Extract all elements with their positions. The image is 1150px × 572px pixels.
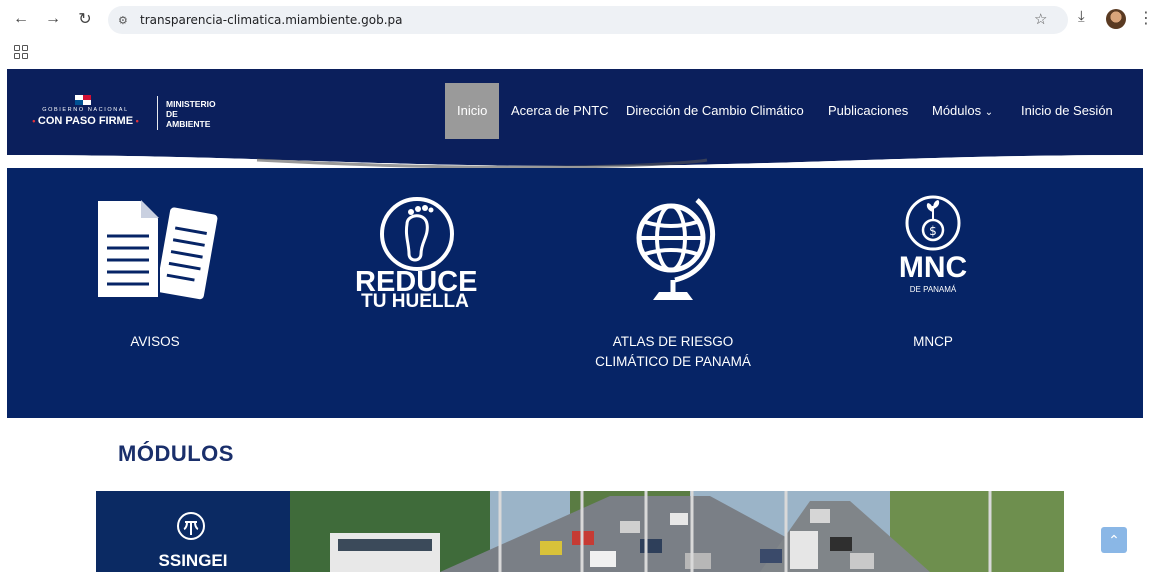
logo-divider <box>157 96 158 130</box>
tile-atlas-label[interactable]: ATLAS DE RIESGO CLIMÁTICO DE PANAMÁ <box>573 332 773 372</box>
nav-publicaciones[interactable]: Publicaciones <box>828 83 908 139</box>
traffic-photo <box>290 491 1064 572</box>
logo-gobierno: GOBIERNO NACIONAL <box>42 107 129 113</box>
logo-paso-firme: • CON PASO FIRME • <box>32 115 139 127</box>
tile-mncp-label[interactable]: MNCP <box>883 332 983 352</box>
back-icon[interactable]: ← <box>10 8 32 30</box>
url-text[interactable]: transparencia-climatica.miambiente.gob.p… <box>140 13 402 27</box>
logo-ministerio: MINISTERIO DE AMBIENTE <box>166 99 216 129</box>
svg-text:$: $ <box>929 224 937 238</box>
bookmarks-bar <box>0 40 1150 68</box>
module-label-panel: SSINGEI <box>96 491 290 572</box>
panama-flag-icon <box>75 95 91 105</box>
documents-icon[interactable] <box>95 198 219 302</box>
module-ssingei-name: SSINGEI <box>158 551 228 570</box>
nav-modulos[interactable]: Módulos ⌄ <box>932 83 993 139</box>
profile-avatar[interactable] <box>1106 9 1126 29</box>
chevron-up-icon: ⌃ <box>1108 531 1120 548</box>
tile-mnc-title[interactable]: MNC <box>873 252 993 284</box>
module-card-ssingei[interactable]: SSINGEI <box>96 491 1064 572</box>
site-header: GOBIERNO NACIONAL • CON PASO FIRME • MIN… <box>7 69 1143 153</box>
site-settings-icon[interactable]: ⚙ <box>118 11 134 29</box>
tile-avisos-label[interactable]: AVISOS <box>105 332 205 352</box>
nav-inicio-sesion[interactable]: Inicio de Sesión <box>1021 83 1113 139</box>
apps-grid-icon[interactable] <box>14 45 28 59</box>
forward-icon[interactable]: → <box>42 8 64 30</box>
hero-banner: AVISOS REDUCE TU HUELLA ATLAS DE RIESGO … <box>7 168 1143 418</box>
browser-menu-icon[interactable]: ⋮ <box>1138 8 1150 28</box>
scroll-to-top-button[interactable]: ⌃ <box>1101 527 1127 553</box>
browser-toolbar: ← → ↻ ⚙ transparencia-climatica.miambien… <box>0 0 1150 40</box>
nav-acerca[interactable]: Acerca de PNTC <box>511 83 609 139</box>
chevron-down-icon: ⌄ <box>984 107 994 118</box>
coin-plant-icon[interactable]: $ <box>904 194 962 252</box>
footprint-icon[interactable] <box>377 194 457 274</box>
address-bar[interactable]: ⚙ transparencia-climatica.miambiente.gob… <box>108 6 1068 34</box>
globe-icon[interactable] <box>627 192 717 304</box>
bookmark-star-icon[interactable]: ☆ <box>1034 10 1047 28</box>
tile-mnc-subtitle: DE PANAMÁ <box>909 285 957 294</box>
nav-direccion[interactable]: Dirección de Cambio Climático <box>626 83 804 139</box>
nav-inicio[interactable]: Inicio <box>445 83 500 139</box>
module-ssingei-icon <box>177 512 205 540</box>
header-wave <box>7 152 1143 168</box>
download-icon[interactable]: ⤓ <box>1078 8 1085 25</box>
reload-icon[interactable]: ↻ <box>74 8 96 30</box>
modulos-heading: MÓDULOS <box>118 441 234 466</box>
tile-huella-title[interactable]: TU HUELLA <box>355 292 475 312</box>
